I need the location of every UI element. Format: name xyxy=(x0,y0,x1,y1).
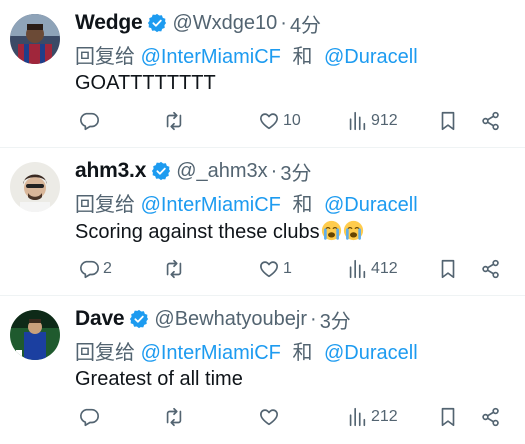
avatar[interactable] xyxy=(10,310,60,360)
reply-prefix: 回复给 xyxy=(75,342,135,364)
mention-link[interactable]: @InterMiamiCF xyxy=(141,342,281,364)
author-name[interactable]: Wedge xyxy=(75,11,143,35)
verified-badge-icon xyxy=(152,161,171,181)
bookmark-icon xyxy=(441,111,455,131)
like-count: 10 xyxy=(283,112,301,129)
tweet[interactable]: Wedge @Wxdge10 · 4分 回复给 @InterMiamiCF 和 … xyxy=(0,0,525,148)
views-icon xyxy=(349,259,366,279)
like-count: 1 xyxy=(283,260,292,277)
tweet[interactable]: ahm3.x @_ahm3x · 3分 回复给 @InterMiamiCF 和 … xyxy=(0,148,525,296)
share-icon xyxy=(482,259,499,279)
retweet-icon xyxy=(166,111,182,131)
author-handle[interactable]: @_ahm3x xyxy=(176,160,267,183)
views-count: 212 xyxy=(371,408,398,425)
share-icon xyxy=(482,111,499,131)
author-handle[interactable]: @Bewhatyoubejr xyxy=(154,308,307,331)
reply-button[interactable] xyxy=(78,402,103,432)
like-button[interactable]: 1 xyxy=(258,254,292,284)
views-icon xyxy=(349,407,366,427)
tweet-text: GOATTTTTTTT xyxy=(75,72,216,94)
retweet-icon xyxy=(166,407,182,427)
avatar[interactable] xyxy=(10,14,60,64)
conjunction: 和 xyxy=(292,194,313,216)
reply-count: 2 xyxy=(103,260,112,277)
reply-button[interactable]: 2 xyxy=(78,254,112,284)
reply-feed: Wedge @Wxdge10 · 4分 回复给 @InterMiamiCF 和 … xyxy=(0,0,525,444)
reply-button[interactable] xyxy=(78,106,103,136)
author-handle[interactable]: @Wxdge10 xyxy=(172,12,277,35)
share-button[interactable] xyxy=(480,402,502,432)
reply-icon xyxy=(80,260,99,279)
retweet-button[interactable] xyxy=(163,254,188,284)
views-button[interactable]: 412 xyxy=(346,254,398,284)
reply-icon xyxy=(80,408,99,427)
verified-badge-icon xyxy=(130,309,149,329)
bookmark-icon xyxy=(441,407,455,427)
views-icon xyxy=(349,111,366,131)
bookmark-icon xyxy=(441,259,455,279)
views-count: 912 xyxy=(371,112,398,129)
like-button[interactable] xyxy=(258,402,283,432)
reply-prefix: 回复给 xyxy=(75,46,135,68)
like-icon xyxy=(260,261,278,278)
share-button[interactable] xyxy=(480,106,502,136)
tweet-header: Wedge @Wxdge10 · 4分 xyxy=(75,9,515,37)
like-icon xyxy=(260,409,278,426)
conjunction: 和 xyxy=(292,342,313,364)
reply-icon xyxy=(80,112,99,131)
bookmark-button[interactable] xyxy=(437,402,459,432)
separator: · xyxy=(310,307,317,330)
avatar[interactable] xyxy=(10,162,60,212)
reply-context: 回复给 @InterMiamiCF 和 @Duracell xyxy=(75,336,418,365)
conjunction: 和 xyxy=(292,46,313,68)
views-button[interactable]: 912 xyxy=(346,106,398,136)
mention-link[interactable]: @Duracell xyxy=(324,194,418,216)
mention-link[interactable]: @InterMiamiCF xyxy=(141,194,281,216)
action-bar: 212 xyxy=(75,402,515,432)
timestamp[interactable]: 3分 xyxy=(320,305,351,334)
mention-link[interactable]: @Duracell xyxy=(324,342,418,364)
bookmark-button[interactable] xyxy=(437,254,459,284)
reply-context: 回复给 @InterMiamiCF 和 @Duracell xyxy=(75,188,418,217)
share-button[interactable] xyxy=(480,254,502,284)
tweet-header: ahm3.x @_ahm3x · 3分 xyxy=(75,157,515,185)
share-icon xyxy=(482,407,499,427)
crying-emoji-icon xyxy=(343,220,363,241)
author-name[interactable]: Dave xyxy=(75,307,125,331)
reply-context: 回复给 @InterMiamiCF 和 @Duracell xyxy=(75,40,418,69)
separator: · xyxy=(280,11,287,34)
mention-link[interactable]: @InterMiamiCF xyxy=(141,46,281,68)
tweet-text-content: Scoring against these clubs xyxy=(75,221,320,243)
verified-badge-icon xyxy=(148,13,167,33)
retweet-button[interactable] xyxy=(163,106,188,136)
author-name[interactable]: ahm3.x xyxy=(75,159,146,183)
tweet-text: Scoring against these clubs xyxy=(75,220,364,244)
tweet[interactable]: Dave @Bewhatyoubejr · 3分 回复给 @InterMiami… xyxy=(0,296,525,444)
retweet-button[interactable] xyxy=(163,402,188,432)
timestamp[interactable]: 4分 xyxy=(290,9,321,38)
views-count: 412 xyxy=(371,260,398,277)
like-icon xyxy=(260,113,278,130)
separator: · xyxy=(270,159,278,182)
crying-emoji-icon xyxy=(321,220,341,241)
timestamp[interactable]: 3分 xyxy=(280,157,311,186)
action-bar: 10 912 xyxy=(75,106,515,136)
bookmark-button[interactable] xyxy=(437,106,459,136)
retweet-icon xyxy=(166,259,182,279)
reply-prefix: 回复给 xyxy=(75,194,135,216)
views-button[interactable]: 212 xyxy=(346,402,398,432)
tweet-header: Dave @Bewhatyoubejr · 3分 xyxy=(75,305,515,333)
tweet-text: Greatest of all time xyxy=(75,368,243,390)
action-bar: 2 1 412 xyxy=(75,254,515,284)
mention-link[interactable]: @Duracell xyxy=(324,46,418,68)
like-button[interactable]: 10 xyxy=(258,106,301,136)
